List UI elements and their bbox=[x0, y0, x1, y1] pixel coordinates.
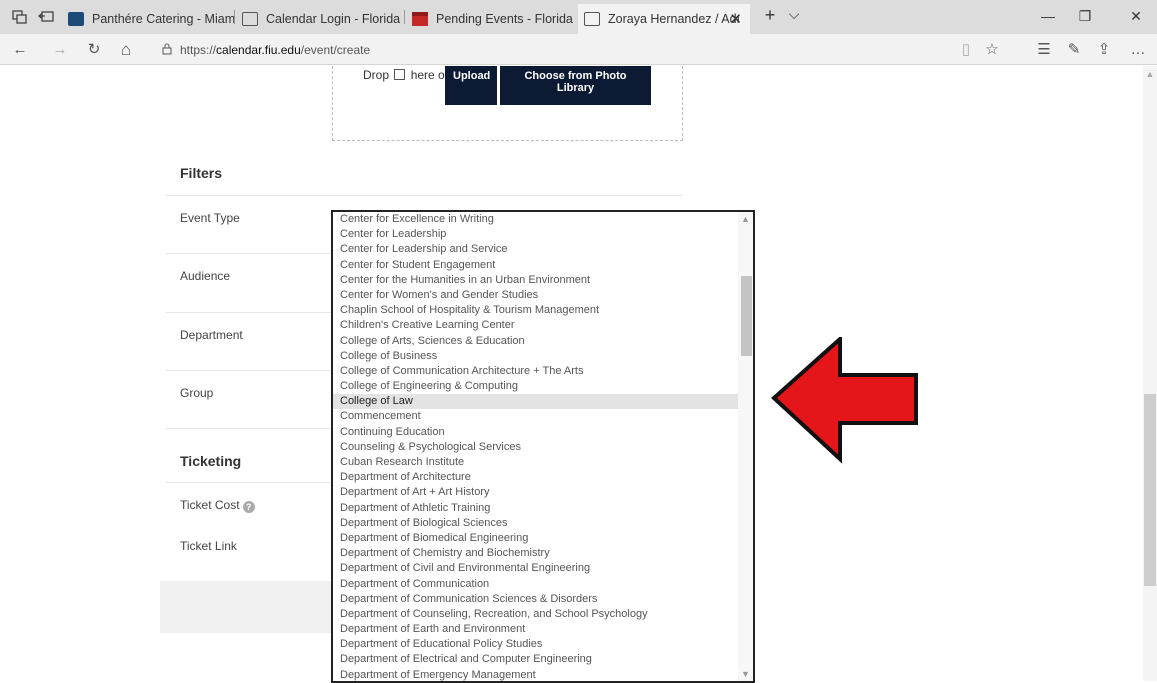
navigation-bar: ← → ↻ ⌂ https://calendar.fiu.edu/event/c… bbox=[0, 34, 1157, 65]
dropdown-option[interactable]: College of Communication Architecture + … bbox=[333, 364, 738, 379]
filters-heading: Filters bbox=[180, 165, 223, 181]
page-scrollbar[interactable]: ▲ bbox=[1143, 66, 1157, 681]
new-tab-button[interactable]: + bbox=[760, 5, 780, 26]
close-window-button[interactable]: ✕ bbox=[1126, 8, 1146, 25]
dropdown-option[interactable]: Department of Art + Art History bbox=[333, 485, 738, 500]
favorite-star-icon[interactable]: ☆ bbox=[982, 40, 1002, 60]
dropdown-option[interactable]: Department of Educational Policy Studies bbox=[333, 637, 738, 652]
set-aside-tabs-icon[interactable] bbox=[37, 9, 54, 25]
ticketing-heading: Ticketing bbox=[180, 453, 242, 469]
tab-divider bbox=[404, 10, 405, 24]
dropdown-option[interactable]: Department of Earth and Environment bbox=[333, 622, 738, 637]
tab-panthere-catering[interactable]: Panthére Catering - Miami, bbox=[62, 4, 234, 34]
dropdown-option[interactable]: Department of Electrical and Computer En… bbox=[333, 652, 738, 667]
dropdown-option[interactable]: Chaplin School of Hospitality & Tourism … bbox=[333, 303, 738, 318]
dropdown-option[interactable]: Cuban Research Institute bbox=[333, 455, 738, 470]
dropdown-option[interactable]: Center for Excellence in Writing bbox=[333, 212, 738, 227]
dropdown-option[interactable]: Department of Communication Sciences & D… bbox=[333, 592, 738, 607]
web-notes-icon[interactable]: ✎ bbox=[1064, 40, 1084, 60]
dropdown-option[interactable]: Center for Student Engagement bbox=[333, 258, 738, 273]
dropdown-option[interactable]: Center for the Humanities in an Urban En… bbox=[333, 273, 738, 288]
dropdown-option[interactable]: Children's Creative Learning Center bbox=[333, 318, 738, 333]
divider bbox=[166, 195, 682, 196]
dropdown-option[interactable]: Department of Communication bbox=[333, 577, 738, 592]
dropdown-option[interactable]: College of Business bbox=[333, 349, 738, 364]
tab-bar: Panthére Catering - Miami, Calendar Logi… bbox=[0, 0, 1157, 34]
tab-list-chevron-icon[interactable]: ⌵ bbox=[784, 6, 804, 23]
dropdown-option[interactable]: College of Arts, Sciences & Education bbox=[333, 334, 738, 349]
dropdown-option[interactable]: Department of Counseling, Recreation, an… bbox=[333, 607, 738, 622]
maximize-button[interactable]: ❐ bbox=[1075, 8, 1095, 25]
ticket-cost-label: Ticket Cost? bbox=[180, 498, 255, 513]
more-menu-icon[interactable]: … bbox=[1128, 40, 1148, 60]
tab-preview-icon[interactable] bbox=[12, 9, 28, 25]
option-list: Center for Excellence in Writing Center f… bbox=[333, 212, 738, 681]
event-type-label: Event Type bbox=[180, 211, 240, 225]
minimize-button[interactable]: — bbox=[1038, 8, 1058, 24]
close-tab-icon[interactable]: ✕ bbox=[729, 10, 742, 28]
ticket-link-label: Ticket Link bbox=[180, 539, 237, 553]
scroll-down-icon[interactable]: ▼ bbox=[738, 669, 753, 679]
dropdown-option[interactable]: Center for Leadership bbox=[333, 227, 738, 242]
tab-calendar-login[interactable]: Calendar Login - Florida Int bbox=[236, 4, 402, 34]
dropdown-option[interactable]: Department of Biological Sciences bbox=[333, 516, 738, 531]
group-label: Group bbox=[180, 386, 214, 400]
department-dropdown-list[interactable]: Center for Excellence in Writing Center f… bbox=[331, 210, 755, 683]
forward-arrow-icon[interactable]: → bbox=[50, 40, 70, 60]
dropdown-option[interactable]: College of Engineering & Computing bbox=[333, 379, 738, 394]
image-icon bbox=[394, 69, 406, 80]
department-label: Department bbox=[180, 328, 243, 342]
dropdown-option[interactable]: Department of Athletic Training bbox=[333, 501, 738, 516]
calendar-favicon bbox=[242, 12, 258, 26]
dropdown-option[interactable]: Center for Women's and Gender Studies bbox=[333, 288, 738, 303]
url-path: /event/create bbox=[300, 43, 371, 57]
dropdown-scrollbar[interactable]: ▲ ▼ bbox=[738, 212, 753, 681]
dropdown-option[interactable]: Department of Chemistry and Biochemistry bbox=[333, 546, 738, 561]
red-favicon bbox=[412, 12, 428, 26]
dropdown-option[interactable]: Continuing Education bbox=[333, 425, 738, 440]
audience-label: Audience bbox=[180, 269, 231, 283]
help-icon[interactable]: ? bbox=[242, 501, 255, 513]
calendar-favicon bbox=[584, 12, 600, 26]
share-icon[interactable]: ⇪ bbox=[1094, 40, 1114, 60]
dropdown-option[interactable]: Department of Architecture bbox=[333, 470, 738, 485]
site-favicon bbox=[68, 12, 84, 26]
favorites-hub-icon[interactable]: ☰ bbox=[1034, 40, 1054, 60]
address-bar[interactable]: https://calendar.fiu.edu/event/create bbox=[162, 41, 370, 59]
back-arrow-icon[interactable]: ← bbox=[10, 40, 30, 60]
tab-zoraya-hernandez[interactable]: Zoraya Hernandez / Adı ✕ bbox=[578, 4, 750, 34]
form-footer bbox=[160, 581, 335, 633]
dropdown-option[interactable]: Department of Civil and Environmental En… bbox=[333, 561, 738, 576]
url-host: calendar.fiu.edu bbox=[216, 43, 301, 57]
page-scroll-up-icon[interactable]: ▲ bbox=[1143, 69, 1157, 79]
url-scheme: https:// bbox=[180, 43, 217, 57]
dropdown-option[interactable]: Commencement bbox=[333, 409, 738, 424]
choose-photo-library-button[interactable]: Choose from Photo Library bbox=[500, 66, 651, 105]
dropdown-option[interactable]: Counseling & Psychological Services bbox=[333, 440, 738, 455]
dropdown-option[interactable]: Center for Leadership and Service bbox=[333, 242, 738, 257]
scroll-up-icon[interactable]: ▲ bbox=[738, 214, 753, 224]
red-annotation-arrow-icon bbox=[771, 337, 918, 463]
tab-divider bbox=[234, 10, 235, 24]
upload-button[interactable]: Upload bbox=[445, 66, 497, 105]
dropdown-option[interactable]: College of Law bbox=[333, 394, 738, 410]
dropdown-scroll-thumb[interactable] bbox=[741, 276, 752, 356]
refresh-icon[interactable]: ↻ bbox=[84, 40, 104, 60]
dropdown-option[interactable]: Department of Biomedical Engineering bbox=[333, 531, 738, 546]
lock-icon bbox=[162, 42, 172, 58]
tab-pending-events[interactable]: Pending Events - Florida Int bbox=[406, 4, 576, 34]
page-scroll-thumb[interactable] bbox=[1144, 394, 1156, 586]
drop-instruction: Drop here or bbox=[363, 68, 449, 82]
home-icon[interactable]: ⌂ bbox=[116, 40, 136, 60]
reading-view-icon[interactable]: ▯ bbox=[956, 40, 976, 60]
